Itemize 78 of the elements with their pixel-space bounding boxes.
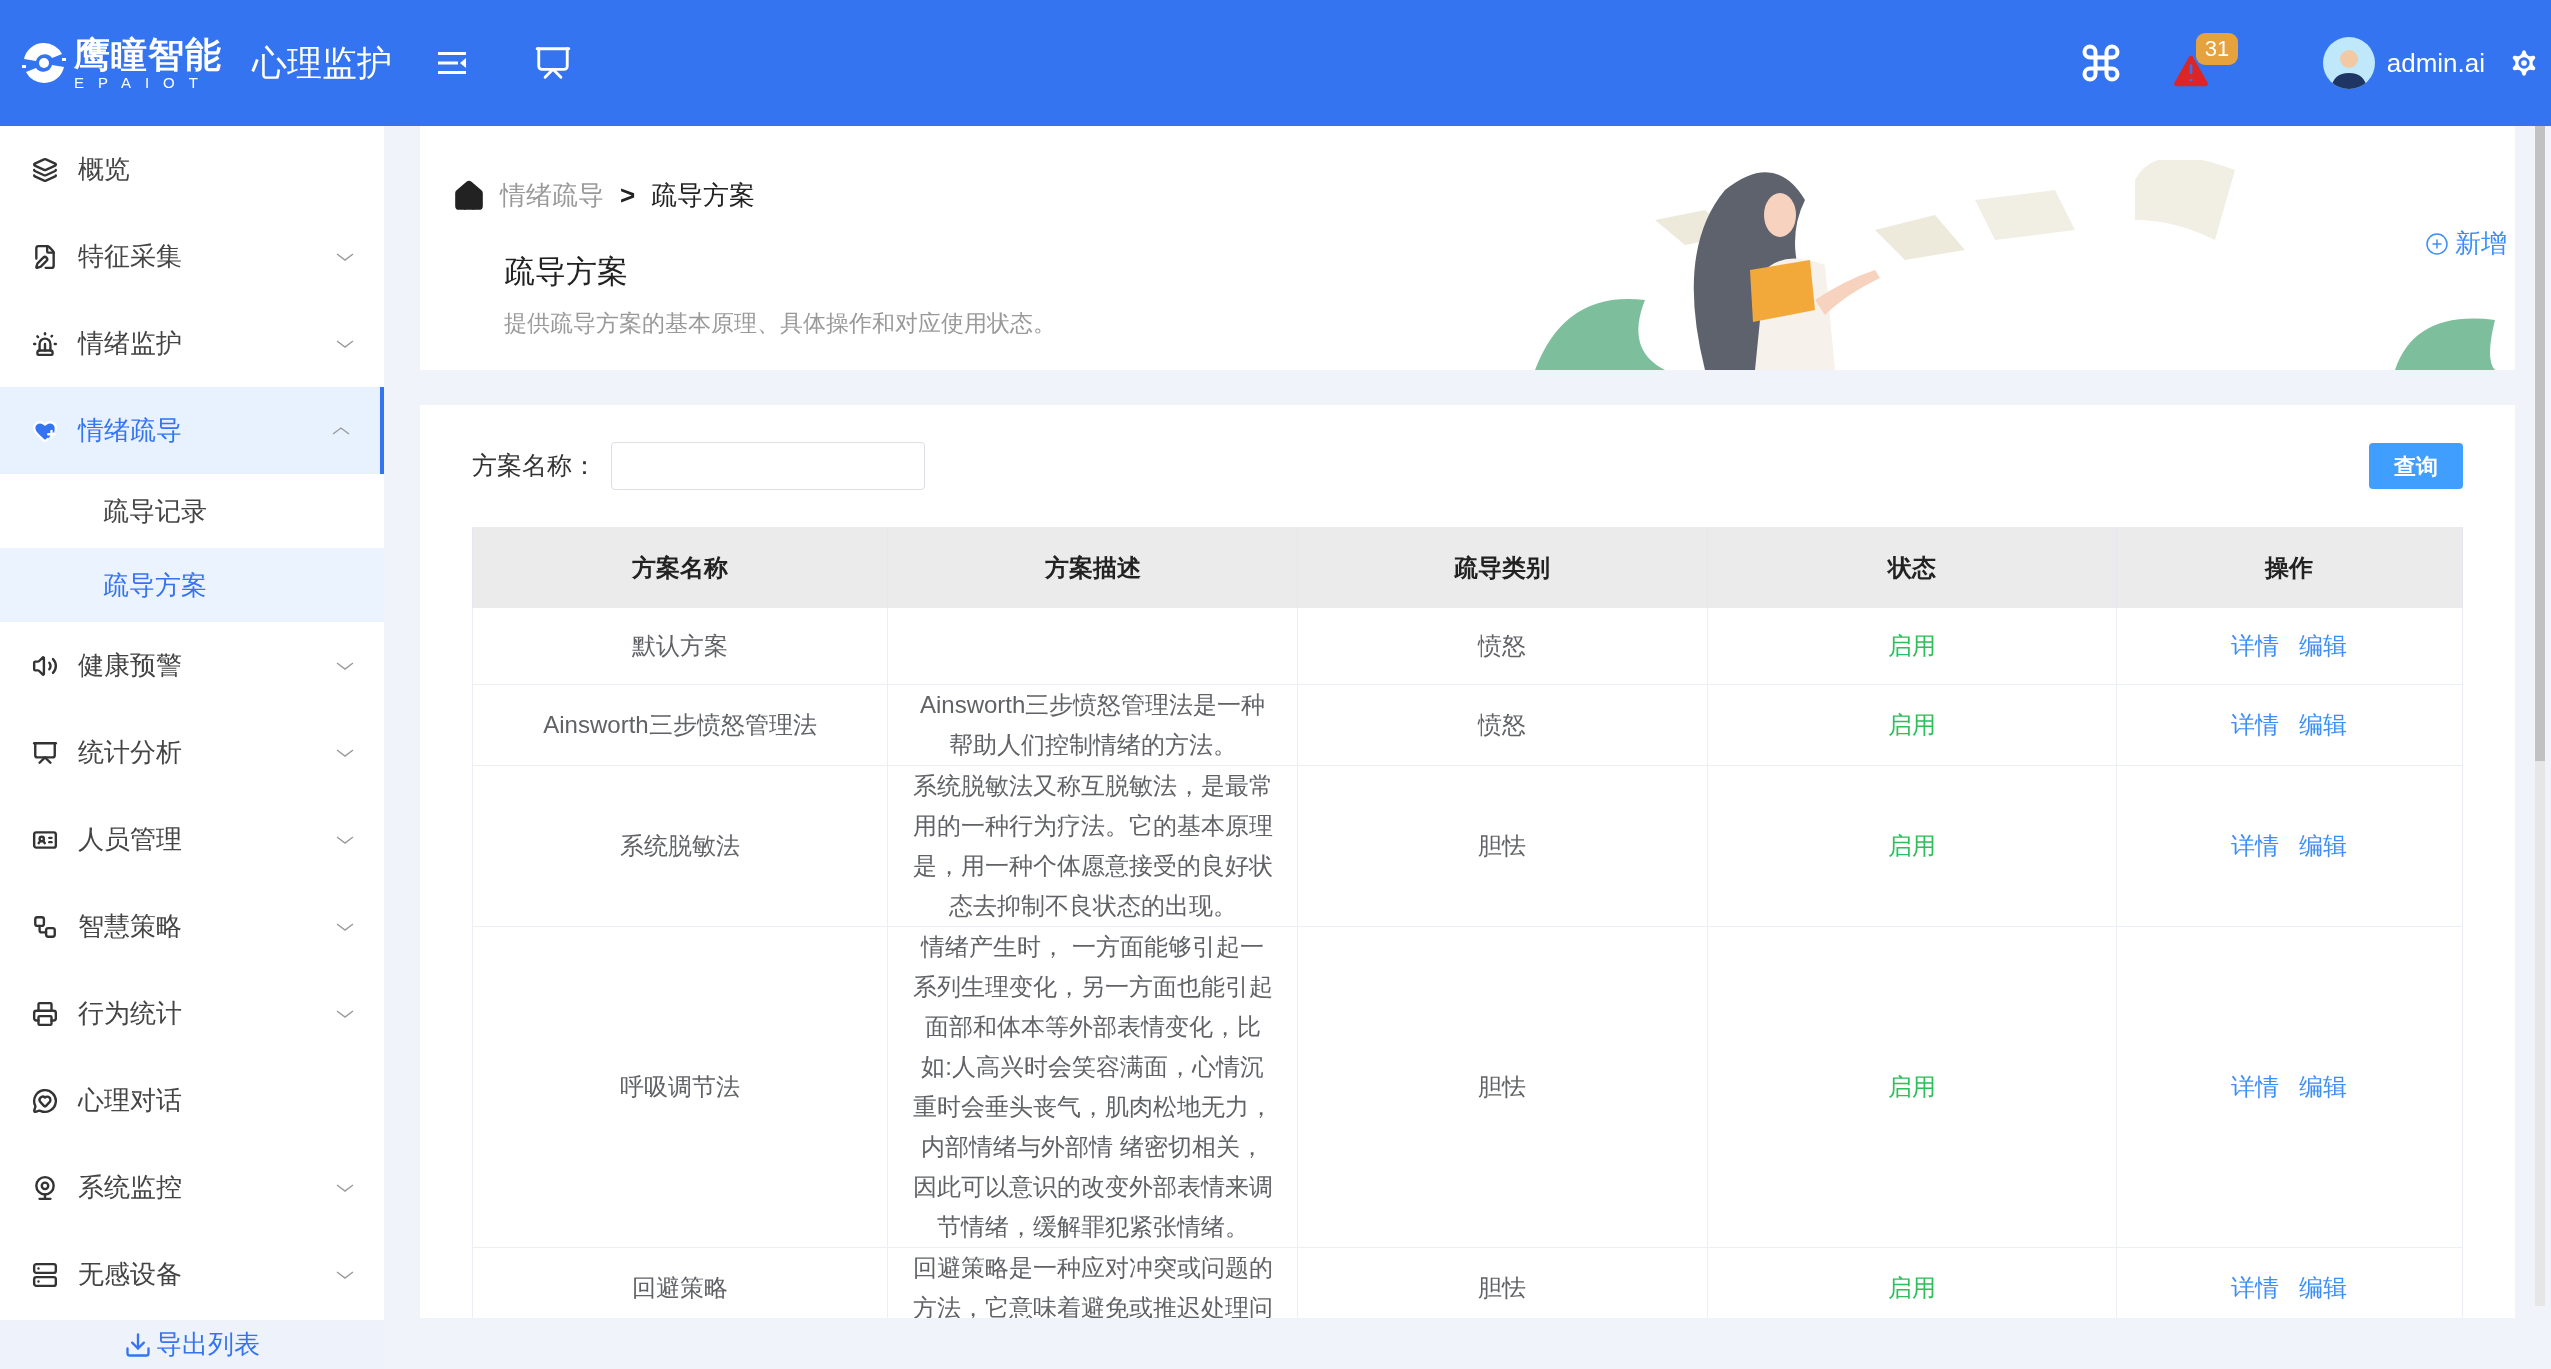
sidebar-item[interactable]: 概览 [0, 126, 384, 213]
siren-icon [32, 330, 58, 357]
add-button[interactable]: 新增 [2425, 224, 2507, 263]
sidebar-subitem[interactable]: 疏导记录 [0, 474, 384, 548]
table-cell: 胆怯 [1297, 926, 1708, 1247]
sidebar-item[interactable]: 无感设备 [0, 1231, 384, 1318]
breadcrumb-separator: > [620, 179, 636, 212]
table-cell: 系统脱敏法又称互脱敏法，是最常用的一种行为疗法。它的基本原理是，用一种个体愿意接受的良好状态去抑制不良状态的出现。 [887, 765, 1298, 926]
column-header: 状态 [1707, 527, 2117, 608]
action-link[interactable]: 编辑 [2299, 827, 2348, 864]
document-edit-icon [32, 243, 58, 270]
sidebar-item[interactable]: 特征采集 [0, 213, 384, 300]
action-link[interactable]: 详情 [2231, 827, 2280, 864]
status-cell: 启用 [1707, 926, 2117, 1247]
table-cell: 愤怒 [1297, 684, 1708, 765]
page-description: 提供疏导方案的基本原理、具体操作和对应使用状态。 [504, 308, 1057, 338]
workflow-icon [32, 913, 58, 940]
table-cell: 胆怯 [1297, 765, 1708, 926]
status-cell: 启用 [1707, 1247, 2117, 1318]
table-cell: 回避策略是一种应对冲突或问题的方法，它意味着避免或推迟处理问 [887, 1247, 1298, 1318]
printer-icon [32, 1000, 58, 1027]
action-link[interactable]: 详情 [2231, 1269, 2280, 1306]
table-cell: Ainsworth三步愤怒管理法 [472, 684, 888, 765]
action-link[interactable]: 编辑 [2299, 627, 2348, 664]
menu-collapse-icon[interactable] [438, 50, 468, 76]
action-link[interactable]: 编辑 [2299, 706, 2348, 743]
sidebar-item[interactable]: 健康预警 [0, 622, 384, 709]
presentation-icon [32, 739, 58, 766]
sidebar-item[interactable]: 情绪监护 [0, 300, 384, 387]
chat-heart-icon [32, 1087, 58, 1114]
sidebar-subitem[interactable]: 疏导方案 [0, 548, 384, 622]
table-cell: Ainsworth三步愤怒管理法是一种帮助人们控制情绪的方法。 [887, 684, 1298, 765]
avatar[interactable] [2322, 37, 2375, 89]
status-cell: 启用 [1707, 684, 2117, 765]
home-icon[interactable] [452, 178, 486, 213]
sidebar-item[interactable]: 情绪疏导 [0, 387, 384, 474]
column-header: 疏导类别 [1297, 527, 1708, 608]
sidebar-item[interactable]: 系统监控 [0, 1144, 384, 1231]
table-cell: 回避策略 [472, 1247, 888, 1318]
user-name[interactable]: admin.ai [2386, 43, 2485, 83]
filter-label: 方案名称： [472, 450, 597, 482]
logo-subtitle: EPAIOT [74, 74, 213, 90]
table-cell: 系统脱敏法 [472, 765, 888, 926]
status-cell: 启用 [1707, 765, 2117, 926]
table-cell: 胆怯 [1297, 1247, 1708, 1318]
scrollbar[interactable] [2535, 126, 2545, 1306]
webcam-icon [32, 1174, 58, 1201]
sidebar-item[interactable]: 统计分析 [0, 709, 384, 796]
sidebar-item[interactable]: 人员管理 [0, 796, 384, 883]
logo-name: 鹰瞳智能 [74, 36, 222, 73]
action-link[interactable]: 详情 [2231, 627, 2280, 664]
app-title: 心理监护 [252, 41, 392, 84]
table-cell: 愤怒 [1297, 608, 1708, 684]
column-header: 方案名称 [472, 527, 888, 608]
sidebar-item[interactable]: 智慧策略 [0, 883, 384, 970]
action-link[interactable]: 编辑 [2299, 1068, 2348, 1105]
column-header: 方案描述 [887, 527, 1298, 608]
action-link[interactable]: 编辑 [2299, 1269, 2348, 1306]
plus-circle-icon [2425, 231, 2449, 256]
table-cell: 情绪产生时， 一方面能够引起一系列生理变化，另一方面也能引起面部和体本等外部表情变化，比如:人高兴时会笑容满面，心情沉重时会垂头丧气，肌肉松地无力，内部情绪与外部情 绪密切相关，因此可以意识的改变外部表情来调节情绪，缓解罪犯紧张情绪。 [887, 926, 1298, 1247]
table-cell: 默认方案 [472, 608, 888, 684]
action-link[interactable]: 详情 [2231, 1068, 2280, 1105]
query-button[interactable]: 查询 [2369, 443, 2463, 489]
sidebar-item[interactable]: 行为统计 [0, 970, 384, 1057]
scheme-name-field[interactable] [611, 442, 925, 490]
server-icon [32, 1261, 58, 1288]
action-link[interactable]: 详情 [2231, 706, 2280, 743]
column-header: 操作 [2116, 527, 2463, 608]
download-icon [124, 1330, 152, 1359]
page-title: 疏导方案 [504, 253, 629, 291]
notification-badge: 31 [2195, 33, 2239, 65]
layers-icon [32, 156, 58, 183]
breadcrumb-item: 疏导方案 [651, 179, 756, 212]
status-cell: 启用 [1707, 608, 2117, 684]
export-list-link[interactable]: 导出列表 [0, 1320, 384, 1369]
breadcrumb-item[interactable]: 情绪疏导 [500, 176, 604, 215]
table-cell: 呼吸调节法 [472, 926, 888, 1247]
sidebar-item[interactable]: 心理对话 [0, 1057, 384, 1144]
